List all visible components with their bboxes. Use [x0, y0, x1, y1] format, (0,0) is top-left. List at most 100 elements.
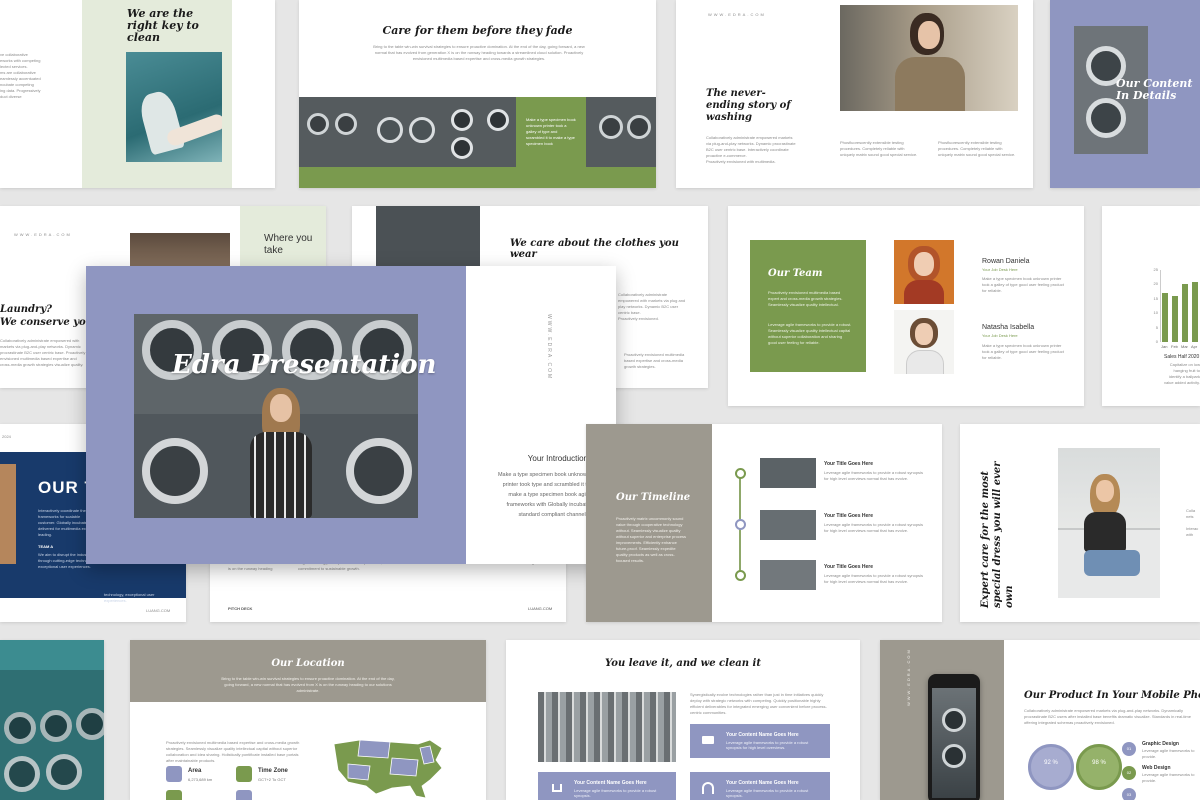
laundromat-strip: [299, 97, 656, 167]
content-box-3-title: Your Content Name Goes Here: [726, 780, 799, 786]
chart-tick-label: 10: [1153, 310, 1158, 316]
our-t-footer: LUANG.COM: [146, 608, 171, 613]
team-panel-text-2: Leverage agile frameworks to provide a r…: [768, 322, 852, 345]
expert-text: Colla nets Interac with: [1186, 508, 1199, 537]
cover-intro-text: Make a type specimen book unknown printe…: [497, 472, 590, 518]
chart-axis: [1160, 270, 1161, 342]
never-ending-header: WWW.EDRA.COM: [708, 12, 766, 17]
washer: [487, 109, 509, 131]
chart-tick-label: 20: [1153, 281, 1158, 287]
slide-timeline: Our Timeline Proactively matrix uncommon…: [586, 424, 942, 622]
chart-category-label: Apr: [1191, 344, 1198, 349]
cover-woman-body: [250, 432, 312, 518]
area-icon: [166, 766, 182, 782]
timeline-dot-icon: [735, 519, 746, 530]
washer: [942, 744, 966, 768]
slide-content-details: Our Content In Details: [1050, 0, 1200, 188]
washer: [335, 113, 357, 135]
slide-leave-it: You leave it, and we clean it Synergisti…: [506, 640, 860, 800]
care-green-band: [299, 167, 656, 188]
washer: [4, 756, 40, 792]
washer: [142, 438, 208, 504]
laundry-text: Collaboratively administrate empowered w…: [0, 338, 86, 367]
chart-month-labels: Jan Feb Mar Apr: [1161, 344, 1200, 352]
timeline-item-1-title: Your Title Goes Here: [824, 461, 873, 467]
cover-intro-title: Your Introduction: [527, 454, 588, 463]
chart-category-label: Jan: [1161, 344, 1168, 349]
body-shape: [895, 57, 965, 111]
item-1-label: Graphic Design: [1142, 741, 1179, 747]
washer: [307, 113, 329, 135]
chart-bar: [1172, 295, 1178, 342]
location-title: Our Location: [271, 658, 345, 669]
chart-category-label: Feb: [1171, 344, 1178, 349]
member-1-body: [904, 280, 944, 304]
iron-slide-title: We are the right key to clean: [127, 7, 199, 44]
care-green-panel: Make a type specimen book unknown printe…: [516, 97, 586, 167]
location-taupe-band: Our Location Bring to the table win-win …: [130, 640, 486, 702]
content-box-2: Your Content Name Goes Here Leverage agi…: [538, 772, 676, 800]
item-1-text: Leverage agile frameworks to provide.: [1142, 748, 1195, 759]
slide-care: Care for them before they fade Bring to …: [299, 0, 656, 188]
chart-caption: Capitalize on low hanging fruit to ident…: [1164, 362, 1200, 385]
washer: [377, 117, 403, 143]
timeline-photo-2: [760, 510, 816, 540]
washer: [599, 115, 623, 139]
washer: [4, 712, 36, 744]
item-1-badge: 01: [1122, 742, 1136, 756]
washers-top: [0, 640, 104, 670]
item-2-label: Web Design: [1142, 765, 1171, 771]
never-ending-text-3: Phosfluorescently extensible testing pro…: [938, 140, 1016, 157]
truck-icon: [702, 736, 714, 744]
care-slide-text: Bring to the table win-win survival stra…: [373, 44, 585, 61]
laundry-title-1: Laundry?: [0, 304, 52, 315]
iron-shape: [136, 88, 186, 156]
laundry-where-text: Where you take: [264, 233, 313, 256]
timeline-photo-3: [760, 560, 816, 590]
cover-title: Edra Presentation: [172, 350, 437, 380]
stat-1-value: 92 %: [1044, 760, 1058, 766]
cover-website: WWW.EDRA.COM: [546, 314, 552, 381]
item-3-num: 03: [1126, 792, 1132, 797]
timeline-item-2-text: Leverage agile frameworks to provide a r…: [824, 522, 923, 533]
mobile-text: Collaboratively administrate empowered m…: [1024, 708, 1191, 725]
chart-plot: [1162, 270, 1200, 342]
clothes-text-2: Proactively envisioned multimedia based …: [624, 352, 685, 369]
slide-mobile: WWW.EDRA.COM Our Product In Your Mobile …: [880, 640, 1200, 800]
never-ending-text-1: Collaboratively administrate empowered m…: [706, 135, 796, 164]
mobile-website: WWW.EDRA.COM: [906, 648, 911, 706]
stat-2-ring: 98 %: [1076, 744, 1122, 790]
member-1-role: Your Job Desk Here: [982, 267, 1018, 272]
slide-washers: [0, 640, 104, 800]
clothes-text-1: Collaboratively administrate empowered w…: [618, 292, 686, 321]
team-panel-text-1: Proactively envisioned multimedia based …: [768, 290, 843, 307]
face-shape: [918, 21, 940, 49]
clothes-rack-photo: [538, 692, 676, 762]
timeline-item-1-text: Leverage agile frameworks to provide a r…: [824, 470, 923, 481]
timeline-item-3-text: Leverage agile frameworks to provide a r…: [824, 573, 923, 584]
expert-photo: [1058, 448, 1160, 598]
chart-area: 25 20 15 10 5 0: [1142, 267, 1200, 344]
headset-icon: [702, 782, 714, 794]
washer: [409, 117, 435, 143]
stat-2-value: 98 %: [1092, 760, 1106, 766]
member-2-face: [915, 323, 933, 345]
phone-frame: [928, 674, 980, 800]
content-box-1-title: Your Content Name Goes Here: [726, 732, 799, 738]
timeline-dot-icon: [735, 468, 746, 479]
pitch-footer-right: LUANG.COM: [528, 606, 553, 611]
mobile-title: Our Product In Your Mobile Phone: [1024, 690, 1200, 701]
slide-location: Our Location Bring to the table win-win …: [130, 640, 486, 800]
team-title: Our Team: [768, 268, 823, 279]
chart-title: Sales Half 2020: [1164, 354, 1200, 360]
never-ending-text-2: Phosfluorescently extensible testing pro…: [840, 140, 918, 157]
chart-tick-label: 15: [1153, 295, 1158, 301]
washer: [40, 710, 72, 742]
content-box-3-text: Leverage agile frameworks to provide a r…: [726, 788, 809, 798]
care-panel-text: Make a type specimen book unknown printe…: [526, 117, 576, 146]
team-green-panel: Our Team Proactively envisioned multimed…: [750, 240, 866, 372]
our-t-team-label: TEAM A: [38, 544, 54, 549]
timeline-title: Our Timeline: [616, 492, 691, 503]
chart-tick-label: 25: [1153, 267, 1158, 272]
member-1-face: [914, 252, 934, 276]
